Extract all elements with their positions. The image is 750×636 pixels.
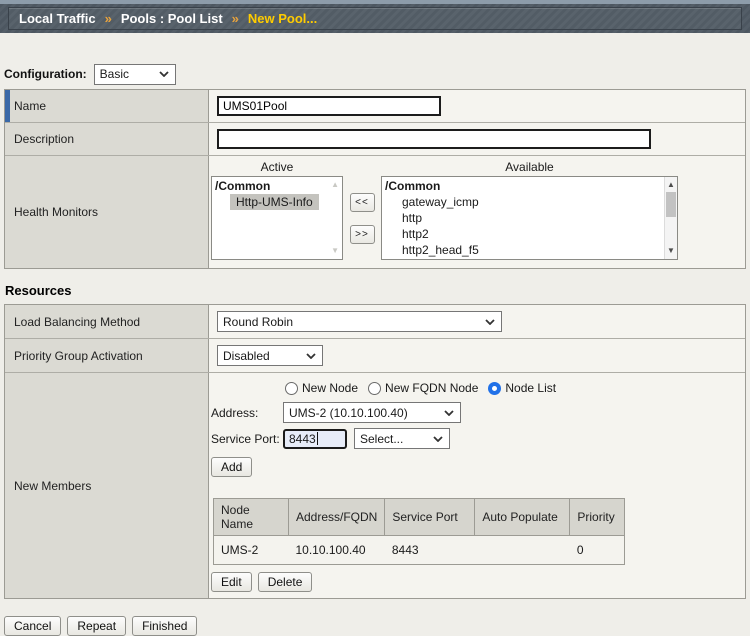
priority-group-select[interactable]: Disabled (217, 345, 323, 366)
name-input[interactable] (217, 96, 441, 116)
cancel-button[interactable]: Cancel (4, 616, 61, 636)
name-label: Name (14, 99, 46, 113)
configuration-row: Configuration: Basic (4, 63, 750, 85)
column-header-service-port: Service Port (385, 499, 475, 536)
members-table: Node Name Address/FQDN Service Port Auto… (213, 498, 625, 565)
configuration-label: Configuration: (4, 67, 87, 81)
chevron-down-icon (306, 353, 316, 359)
cell-priority: 0 (570, 536, 625, 565)
list-item[interactable]: Http-UMS-Info (230, 194, 342, 210)
service-port-select[interactable]: Select... (354, 428, 450, 449)
health-monitors-label-cell: Health Monitors (5, 156, 209, 268)
breadcrumb-separator-icon: » (232, 11, 239, 26)
scroll-down-icon: ▼ (331, 247, 339, 255)
radio-new-node-label[interactable]: New Node (302, 381, 358, 395)
column-header-node-name: Node Name (214, 499, 289, 536)
chevron-down-icon (433, 436, 443, 442)
breadcrumb-new-pool: New Pool... (248, 11, 317, 26)
description-label-cell: Description (5, 123, 209, 155)
configuration-select-value: Basic (100, 67, 129, 81)
list-item[interactable]: http (382, 210, 677, 226)
active-monitors-listbox[interactable]: /Common Http-UMS-Info ▲ ▼ (211, 176, 343, 260)
chevron-down-icon (444, 410, 454, 416)
description-label: Description (14, 132, 74, 146)
load-balancing-select[interactable]: Round Robin (217, 311, 502, 332)
scroll-up-icon[interactable]: ▲ (665, 181, 677, 189)
footer-actions: Cancel Repeat Finished (4, 616, 750, 636)
available-monitors-listbox[interactable]: /Common gateway_icmp http http2 http2_he… (381, 176, 678, 260)
top-navigation-bar: Local Traffic » Pools : Pool List » New … (0, 0, 750, 33)
load-balancing-select-value: Round Robin (223, 315, 293, 329)
move-to-available-button[interactable]: >> (350, 225, 375, 244)
service-port-select-value: Select... (360, 432, 403, 446)
available-list-heading: Available (381, 160, 678, 174)
chevron-down-icon (159, 71, 169, 77)
scrollbar[interactable]: ▲ ▼ (664, 177, 677, 259)
repeat-button[interactable]: Repeat (67, 616, 126, 636)
name-row: Name (5, 90, 745, 123)
new-members-label-cell: New Members (5, 373, 209, 598)
priority-group-row: Priority Group Activation Disabled (5, 339, 745, 373)
scroll-down-icon[interactable]: ▼ (665, 247, 677, 255)
cell-address: 10.10.100.40 (289, 536, 385, 565)
column-header-priority: Priority (570, 499, 625, 536)
cell-service-port: 8443 (385, 536, 475, 565)
priority-group-label-cell: Priority Group Activation (5, 339, 209, 372)
load-balancing-row: Load Balancing Method Round Robin (5, 305, 745, 339)
service-port-label: Service Port: (211, 432, 283, 446)
load-balancing-label-cell: Load Balancing Method (5, 305, 209, 338)
add-button[interactable]: Add (211, 457, 252, 477)
general-properties-table: Name Description Health Monitors Active … (4, 89, 746, 269)
text-cursor (317, 432, 318, 445)
cell-auto-populate (475, 536, 570, 565)
column-header-address: Address/FQDN (289, 499, 385, 536)
radio-node-list-label[interactable]: Node List (505, 381, 556, 395)
radio-new-fqdn-node-label[interactable]: New FQDN Node (385, 381, 478, 395)
address-select-value: UMS-2 (10.10.100.40) (289, 406, 408, 420)
address-label: Address: (211, 406, 283, 420)
radio-new-fqdn-node[interactable] (368, 382, 381, 395)
new-members-label: New Members (14, 479, 91, 493)
service-port-value: 8443 (289, 432, 316, 446)
chevron-down-icon (485, 319, 495, 325)
radio-new-node[interactable] (285, 382, 298, 395)
radio-node-list[interactable] (488, 382, 501, 395)
table-row[interactable]: UMS-2 10.10.100.40 8443 0 (214, 536, 625, 565)
load-balancing-label: Load Balancing Method (14, 315, 140, 329)
active-monitor-selected[interactable]: Http-UMS-Info (230, 194, 319, 210)
member-type-radio-group: New Node New FQDN Node Node List (285, 381, 737, 395)
members-table-header-row: Node Name Address/FQDN Service Port Auto… (214, 499, 625, 536)
delete-button[interactable]: Delete (258, 572, 313, 592)
priority-group-select-value: Disabled (223, 349, 270, 363)
service-port-input[interactable]: 8443 (283, 429, 347, 449)
list-item[interactable]: http2_head_f5 (382, 242, 677, 258)
health-monitors-label: Health Monitors (14, 205, 98, 219)
cell-node-name: UMS-2 (214, 536, 289, 565)
available-partition-group: /Common (382, 177, 677, 194)
scroll-up-icon: ▲ (331, 181, 339, 189)
new-members-row: New Members New Node New FQDN Node Node … (5, 373, 745, 598)
resources-table: Load Balancing Method Round Robin Priori… (4, 304, 746, 599)
column-header-auto-populate: Auto Populate (475, 499, 570, 536)
scrollbar-thumb[interactable] (666, 192, 676, 217)
active-partition-group: /Common (212, 177, 342, 194)
breadcrumb: Local Traffic » Pools : Pool List » New … (8, 7, 742, 30)
finished-button[interactable]: Finished (132, 616, 197, 636)
breadcrumb-separator-icon: » (105, 11, 112, 26)
configuration-select[interactable]: Basic (94, 64, 176, 85)
description-row: Description (5, 123, 745, 156)
active-list-heading: Active (211, 160, 343, 174)
list-item[interactable]: gateway_icmp (382, 194, 677, 210)
resources-section-title: Resources (5, 283, 750, 298)
move-to-active-button[interactable]: << (350, 193, 375, 212)
health-monitors-row: Health Monitors Active Available /Common… (5, 156, 745, 268)
name-label-cell: Name (5, 90, 209, 122)
address-select[interactable]: UMS-2 (10.10.100.40) (283, 402, 461, 423)
priority-group-label: Priority Group Activation (14, 349, 143, 363)
breadcrumb-pool-list[interactable]: Pools : Pool List (121, 11, 223, 26)
breadcrumb-local-traffic[interactable]: Local Traffic (19, 11, 96, 26)
description-input[interactable] (217, 129, 651, 149)
list-item[interactable]: http2 (382, 226, 677, 242)
edit-button[interactable]: Edit (211, 572, 252, 592)
